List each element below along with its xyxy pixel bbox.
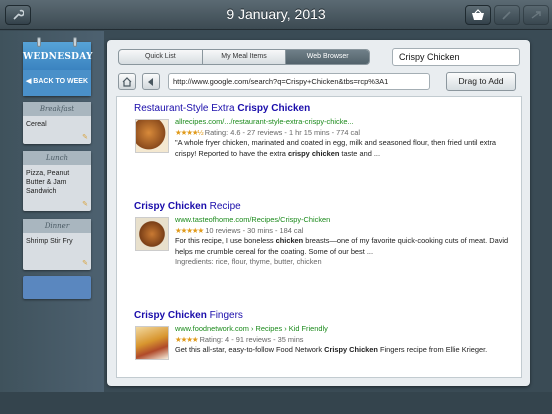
meal-card-dinner[interactable]: Dinner Shrimp Stir Fry ✎ [23,219,91,270]
pencil-icon[interactable]: ✎ [82,133,88,141]
add-meal-tile[interactable] [23,276,91,299]
search-result: Crispy Chicken Fingers www.foodnetwork.c… [134,310,514,360]
snippet-bold: chicken [275,236,304,245]
snippet-bold: crispy chicken [287,148,340,158]
tab-web-browser[interactable]: Web Browser [286,50,369,64]
url-field[interactable]: http://www.google.com/search?q=Crispy+Ch… [168,73,430,90]
result-url[interactable]: www.tasteofhome.com/Recipes/Crispy-Chick… [175,215,515,226]
result-ingredients: Ingredients: rice, flour, thyme, butter,… [175,257,322,266]
rating-stars: ★★★★½ [175,127,204,137]
day-calendar: WEDNESDAY ◀ BACK TO WEEK [23,37,93,96]
meal-heading: Dinner [23,219,91,233]
tab-my-meal-items[interactable]: My Meal Items [203,50,287,64]
rating-stars: ★★★★ [175,334,198,344]
snippet-text: Fingers recipe from Ellie Krieger. [377,345,488,354]
meal-card-lunch[interactable]: Lunch Pizza, Peanut Butter & Jam Sandwic… [23,151,91,211]
browser-toolbar: http://www.google.com/search?q=Crispy+Ch… [116,71,522,93]
bottom-strip [0,392,552,414]
back-arrow-icon[interactable] [142,73,160,90]
main-panel: Quick List My Meal Items Web Browser Cri… [107,40,530,386]
share-icon[interactable] [523,5,549,25]
result-meta: 10 reviews - 30 mins - 184 cal [205,225,304,235]
meal-heading: Lunch [23,151,91,165]
pencil-icon[interactable]: ✎ [82,259,88,267]
result-meta: Rating: 4.6 - 27 reviews - 1 hr 15 mins … [204,127,361,137]
result-thumbnail[interactable] [135,119,169,153]
result-title-bold: Crispy Chicken [134,310,207,321]
snippet-text: Get this all-star, easy-to-follow Food N… [175,345,325,354]
result-url[interactable]: www.foodnetwork.com › Recipes › Kid Frie… [175,324,515,335]
result-title-suffix: Fingers [206,310,243,321]
meal-item: Cereal [26,121,47,128]
result-snippet: "A whole fryer chicken, marinated and co… [175,138,515,159]
result-meta: Rating: 4 - 91 reviews - 35 mins [199,334,304,344]
meal-heading: Breakfast [23,102,91,116]
search-input[interactable]: Crispy Chicken [392,48,520,66]
result-title[interactable]: Crispy Chicken Fingers [134,310,514,322]
pencil-icon[interactable]: ✎ [82,200,88,208]
result-url[interactable]: allrecipes.com/.../restaurant-style-extr… [175,117,515,128]
back-to-week-label: BACK TO WEEK [33,78,89,85]
search-result: Crispy Chicken Recipe www.tasteofhome.co… [134,201,514,266]
rating-stars: ★★★★★ [175,225,204,235]
result-thumbnail[interactable] [135,326,169,360]
snippet-bold: Crispy Chicken [324,345,378,354]
top-bar: 9 January, 2013 [0,0,552,30]
calendar-day: WEDNESDAY [23,42,93,70]
result-thumbnail[interactable] [135,217,169,251]
result-title[interactable]: Restaurant-Style Extra Crispy Chicken [134,103,514,115]
ring-icon [73,37,77,47]
drag-to-add-button[interactable]: Drag to Add [446,72,516,91]
meal-item: Pizza, Peanut Butter & Jam Sandwich [26,170,70,195]
result-title[interactable]: Crispy Chicken Recipe [134,201,514,213]
edit-icon[interactable] [494,5,520,25]
result-title-bold: Crispy Chicken [237,103,311,114]
web-view: Restaurant-Style Extra Crispy Chicken al… [116,96,522,378]
result-title-suffix: Recipe [206,201,241,212]
search-result: Restaurant-Style Extra Crispy Chicken al… [134,103,514,158]
result-title-text: Restaurant-Style Extra [134,103,238,114]
back-to-week-button[interactable]: ◀ BACK TO WEEK [23,70,91,96]
tab-quick-list[interactable]: Quick List [119,50,203,64]
snippet-text: taste and ... [339,148,381,158]
meal-card-breakfast[interactable]: Breakfast Cereal ✎ [23,102,91,144]
result-title-bold: Crispy Chicken [134,201,207,212]
result-snippet: Get this all-star, easy-to-follow Food N… [175,345,515,356]
source-tabs: Quick List My Meal Items Web Browser [118,49,370,65]
result-snippet: For this recipe, I use boneless chicken … [175,236,515,257]
meal-item: Shrimp Stir Fry [26,238,73,245]
basket-icon[interactable] [465,5,491,25]
home-icon[interactable] [118,73,136,90]
snippet-text: For this recipe, I use boneless [175,236,276,245]
ring-icon [37,37,41,47]
